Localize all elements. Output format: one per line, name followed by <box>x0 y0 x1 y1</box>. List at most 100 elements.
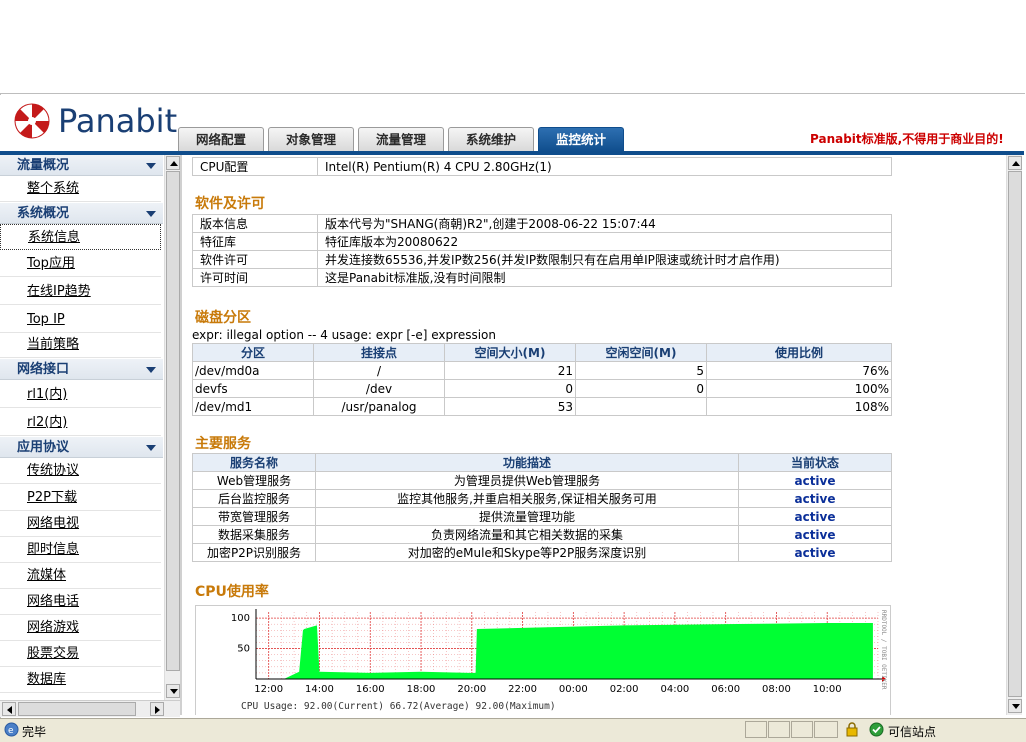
tab-object-management[interactable]: 对象管理 <box>268 127 354 152</box>
table-cell: 21 <box>444 361 576 380</box>
sidebar-item-network-tv[interactable]: 网络电视 <box>0 511 161 537</box>
sidebar-section-traffic-overview[interactable]: 流量概况 <box>0 155 163 176</box>
table-cell: 76% <box>706 361 892 380</box>
sidebar-item-online-games[interactable]: 网络游戏 <box>0 615 161 641</box>
table-header: 使用比例 <box>706 343 892 362</box>
table-row: /dev/md0a / 21 5 76% <box>192 361 892 380</box>
table-cell: /dev/md1 <box>192 397 314 416</box>
arrow-right-icon <box>155 706 160 714</box>
table-row: 带宽管理服务 提供流量管理功能 active <box>192 507 892 526</box>
sidebar-item-top-ip[interactable]: Top IP <box>0 307 161 333</box>
tab-monitoring-stats[interactable]: 监控统计 <box>538 127 624 152</box>
svg-text:e: e <box>8 726 14 736</box>
sidebar-item-current-policy[interactable]: 当前策略 <box>0 332 161 358</box>
software-row-label: 特征库 <box>192 232 318 251</box>
sidebar-item-whole-system[interactable]: 整个系统 <box>0 176 161 202</box>
sidebar-item-rl2[interactable]: rl2(内) <box>0 410 161 436</box>
x-tick-label: 16:00 <box>356 684 385 695</box>
table-header: 挂接点 <box>313 343 445 362</box>
scroll-left-button[interactable] <box>2 702 16 716</box>
sidebar-item-voip[interactable]: 网络电话 <box>0 589 161 615</box>
chevron-down-icon <box>146 163 156 169</box>
services-section-title: 主要服务 <box>195 436 251 452</box>
sidebar-item-stock-trading[interactable]: 股票交易 <box>0 641 161 667</box>
table-header: 功能描述 <box>315 453 739 472</box>
table-cell: 为管理员提供Web管理服务 <box>315 471 739 490</box>
scroll-thumb[interactable] <box>166 171 180 671</box>
sidebar-section-app-protocols[interactable]: 应用协议 <box>0 437 163 458</box>
status-badge: active <box>738 507 892 526</box>
y-tick-label: 50 <box>237 644 250 655</box>
software-row-value: 并发连接数65536,并发IP数256(并发IP数限制只有在启用单IP限速或统计… <box>317 250 892 269</box>
logo-text: Panabit <box>58 102 178 140</box>
services-table: 服务名称 功能描述 当前状态 Web管理服务 为管理员提供Web管理服务 act… <box>192 453 892 562</box>
table-cell: 数据采集服务 <box>192 525 316 544</box>
software-row-value: 这是Panabit标准版,没有时间限制 <box>317 268 892 287</box>
cpu-usage-area <box>256 622 873 679</box>
arrow-left-icon <box>7 706 12 714</box>
scroll-thumb[interactable] <box>1008 171 1022 697</box>
tab-system-maintenance[interactable]: 系统维护 <box>448 127 534 152</box>
status-badge: active <box>738 543 892 562</box>
ie-page-icon: e <box>4 722 19 737</box>
sidebar-item-online-ip-trend[interactable]: 在线IP趋势 <box>0 279 161 305</box>
arrow-up-icon <box>170 161 178 166</box>
status-segment <box>814 721 838 738</box>
license-notice: Panabit标准版,不得用于商业目的! <box>810 132 1004 146</box>
sidebar-item-p2p-download[interactable]: P2P下载 <box>0 485 161 511</box>
table-cell: /dev/md0a <box>192 361 314 380</box>
table-cell: Web管理服务 <box>192 471 316 490</box>
scroll-right-button[interactable] <box>150 702 164 716</box>
software-row-value: 版本代号为"SHANG(商朝)R2",创建于2008-06-22 15:07:4… <box>317 214 892 233</box>
x-tick-label: 10:00 <box>813 684 842 695</box>
x-tick-label: 22:00 <box>508 684 537 695</box>
table-header: 当前状态 <box>738 453 892 472</box>
horizontal-scroll-thumb[interactable] <box>18 702 136 716</box>
scroll-down-button[interactable] <box>166 684 180 698</box>
table-row: /dev/md1 /usr/panalog 53 108% <box>192 397 892 416</box>
table-header: 分区 <box>192 343 314 362</box>
status-badge: active <box>738 525 892 544</box>
table-row: 后台监控服务 监控其他服务,并重启相关服务,保证相关服务可用 active <box>192 489 892 508</box>
tab-traffic-management[interactable]: 流量管理 <box>358 127 444 152</box>
scroll-up-button[interactable] <box>1008 156 1022 170</box>
main-content: CPU配置 Intel(R) Pentium(R) 4 CPU 2.80GHz(1… <box>180 155 1006 715</box>
sidebar-item-rl1[interactable]: rl1(内) <box>0 382 161 408</box>
table-header: 空闲空间(M) <box>575 343 707 362</box>
scroll-up-button[interactable] <box>166 156 180 170</box>
x-tick-label: 12:00 <box>254 684 283 695</box>
chevron-down-icon <box>146 367 156 373</box>
software-section-title: 软件及许可 <box>195 196 265 212</box>
status-text: 完毕 <box>22 725 47 739</box>
disk-error-message: expr: illegal option -- 4 usage: expr [-… <box>192 328 496 342</box>
chevron-down-icon <box>146 211 156 217</box>
table-row: 加密P2P识别服务 对加密的eMule和Skype等P2P服务深度识别 acti… <box>192 543 892 562</box>
sidebar-section-network-interfaces[interactable]: 网络接口 <box>0 359 163 380</box>
sidebar-item-database[interactable]: 数据库 <box>0 667 161 693</box>
scroll-down-button[interactable] <box>1008 699 1022 713</box>
main-vertical-scrollbar[interactable] <box>1006 155 1022 715</box>
security-zone-label: 可信站点 <box>888 725 937 739</box>
arrow-down-icon <box>170 689 178 694</box>
tab-network-config[interactable]: 网络配置 <box>178 127 264 152</box>
arrow-up-icon <box>1012 161 1020 166</box>
table-row: devfs /dev 0 0 100% <box>192 379 892 398</box>
status-segment <box>791 721 813 738</box>
sidebar-item-traditional-protocols[interactable]: 传统协议 <box>0 458 161 484</box>
table-cell: 后台监控服务 <box>192 489 316 508</box>
sidebar-item-system-info[interactable]: 系统信息 <box>0 224 161 250</box>
sidebar-vertical-scrollbar[interactable] <box>164 155 180 700</box>
status-badge: active <box>738 471 892 490</box>
sidebar-item-top-apps[interactable]: Top应用 <box>0 251 161 277</box>
x-tick-label: 08:00 <box>762 684 791 695</box>
sidebar-item-instant-messaging[interactable]: 即时信息 <box>0 537 161 563</box>
sidebar-section-system-overview[interactable]: 系统概况 <box>0 203 163 224</box>
chevron-down-icon <box>146 445 156 451</box>
table-cell: 负责网络流量和其它相关数据的采集 <box>315 525 739 544</box>
arrow-down-icon <box>1012 704 1020 709</box>
table-cell: 加密P2P识别服务 <box>192 543 316 562</box>
x-tick-label: 06:00 <box>711 684 740 695</box>
sidebar-horizontal-scrollbar[interactable] <box>0 700 180 717</box>
trusted-site-check-icon <box>869 722 884 737</box>
sidebar-item-streaming-media[interactable]: 流媒体 <box>0 563 161 589</box>
